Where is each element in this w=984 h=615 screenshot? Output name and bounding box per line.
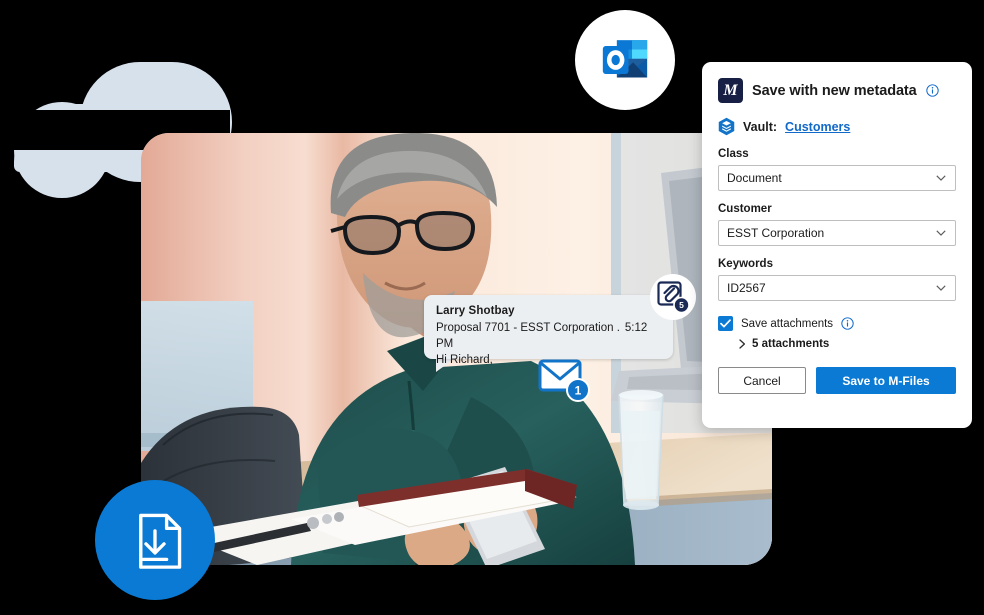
field-class: Class Document — [718, 148, 956, 191]
chevron-right-icon — [739, 339, 746, 349]
chevron-down-icon — [936, 175, 946, 181]
save-attachments-info-icon[interactable] — [841, 317, 854, 330]
checkmark-icon — [720, 319, 731, 328]
m-files-logo-letter: M — [723, 81, 738, 99]
field-class-value: Document — [727, 171, 782, 185]
save-attachments-row: Save attachments — [718, 316, 956, 331]
m-files-logo-icon: M — [718, 78, 743, 103]
email-subject-line: Proposal 7701 - ESST Corporation . 5:12 P… — [436, 320, 661, 352]
unread-email-badge: 1 — [538, 358, 592, 404]
chevron-down-icon — [936, 230, 946, 236]
save-with-new-metadata-dialog: M Save with new metadata Vault: Customer… — [702, 62, 972, 428]
field-keywords-value: ID2567 — [727, 281, 766, 295]
vault-row: Vault: Customers — [718, 117, 956, 136]
attachments-expander[interactable]: 5 attachments — [718, 338, 956, 350]
email-subject: Proposal 7701 - ESST Corporation . — [436, 322, 620, 334]
screenshot-canvas: Larry Shotbay Proposal 7701 - ESST Corpo… — [0, 0, 984, 615]
svg-text:5: 5 — [679, 300, 684, 310]
field-customer-select[interactable]: ESST Corporation — [718, 220, 956, 246]
field-class-select[interactable]: Document — [718, 165, 956, 191]
chevron-down-icon — [936, 285, 946, 291]
save-attachments-checkbox[interactable] — [718, 316, 733, 331]
field-customer-value: ESST Corporation — [727, 226, 825, 240]
outlook-badge — [575, 10, 675, 110]
field-keywords-select[interactable]: ID2567 — [718, 275, 956, 301]
dialog-title: Save with new metadata — [752, 82, 917, 99]
svg-text:1: 1 — [575, 384, 582, 398]
outlook-icon — [602, 40, 648, 78]
attachments-badge: 5 — [650, 274, 696, 320]
field-keywords-label: Keywords — [718, 258, 773, 270]
save-to-m-files-button[interactable]: Save to M-Files — [816, 367, 956, 394]
field-customer: Customer ESST Corporation — [718, 203, 956, 246]
cancel-button[interactable]: Cancel — [718, 367, 806, 394]
dialog-header: M Save with new metadata — [718, 78, 956, 103]
dialog-actions: Cancel Save to M-Files — [718, 367, 956, 394]
field-class-label: Class — [718, 148, 749, 160]
email-preview-bubble: Larry Shotbay Proposal 7701 - ESST Corpo… — [424, 295, 673, 366]
field-keywords: Keywords ID2567 — [718, 258, 956, 301]
email-sender: Larry Shotbay — [436, 305, 515, 317]
vault-label: Vault: — [743, 119, 778, 134]
document-download-badge — [95, 480, 215, 600]
vault-value-link[interactable]: Customers — [785, 120, 850, 134]
attachments-count-label: 5 attachments — [752, 338, 830, 350]
document-download-icon — [139, 513, 182, 569]
vault-icon — [718, 117, 735, 136]
title-info-icon[interactable] — [925, 84, 939, 97]
field-customer-label: Customer — [718, 203, 772, 215]
save-attachments-label: Save attachments — [741, 317, 834, 330]
